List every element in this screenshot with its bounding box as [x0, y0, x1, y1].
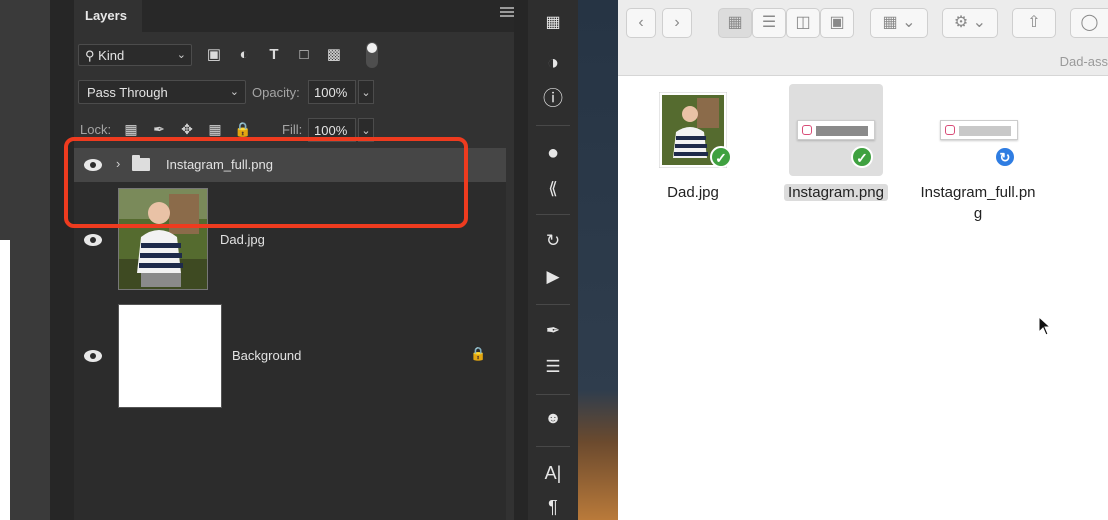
fill-input[interactable]: 100%	[308, 118, 356, 142]
shape-layer-filter-icon[interactable]: □	[294, 45, 314, 65]
visibility-eye-icon[interactable]	[84, 350, 102, 362]
3d-cube-icon[interactable]: ▦	[538, 10, 568, 36]
mouse-cursor-icon	[1038, 316, 1052, 336]
file-name[interactable]: Instagram_full.pn g	[912, 182, 1044, 224]
panel-dock-strip: ▦ ◑ ⓘ ● ⟪ ↻ ▶ ✒ ☰ ☻ A| ¶	[528, 0, 578, 520]
synced-check-icon: ✓	[851, 146, 873, 168]
layer-thumbnail-white	[118, 304, 222, 408]
brush-presets-icon[interactable]: ✒	[538, 318, 568, 344]
info-icon[interactable]: ⓘ	[538, 86, 568, 112]
path-icon[interactable]: ⟪	[538, 176, 568, 202]
finder-window: ‹ › ▦ ☰ ◫ ▣ ▦ ⌄ ⚙ ⌄ ⇧ ◯ Dad-ass ✓ Dad.jp…	[618, 0, 1108, 520]
file-item-dad[interactable]: ✓ Dad.jpg	[638, 84, 748, 224]
properties-icon[interactable]: ☰	[538, 354, 568, 380]
blend-row: Pass Through ⌄ Opacity: 100% ⌄	[78, 80, 508, 104]
color-swatches-icon[interactable]: ●	[538, 140, 568, 166]
pixel-layer-filter-icon[interactable]: ▣	[204, 45, 224, 65]
document-canvas[interactable]	[0, 0, 50, 520]
file-thumbnail: ✓	[638, 84, 748, 176]
lock-all-icon[interactable]: 🔒	[234, 120, 252, 138]
separator	[536, 304, 570, 305]
separator	[536, 446, 570, 447]
lock-row: Lock: ▦ ✒ ✥ ▦ 🔒 Fill: 100% ⌄	[78, 118, 508, 142]
chevron-down-icon: ⌄	[229, 86, 239, 98]
blend-mode-select[interactable]: Pass Through ⌄	[78, 80, 246, 104]
layer-name[interactable]: Dad.jpg	[220, 232, 265, 247]
file-item-instagram-full[interactable]: ↻ Instagram_full.pn g	[912, 84, 1044, 224]
back-button[interactable]: ‹	[626, 8, 656, 38]
desktop-wallpaper	[578, 0, 618, 520]
column-view-button[interactable]: ◫	[786, 8, 820, 38]
path-label: Dad-ass	[1059, 54, 1108, 69]
fill-dropdown-button[interactable]: ⌄	[358, 118, 374, 142]
file-thumbnail: ✓	[789, 84, 883, 176]
lock-icon[interactable]: 🔒	[470, 346, 486, 362]
filter-kind-label: Kind	[98, 48, 125, 63]
fill-label: Fill:	[282, 122, 303, 137]
smart-object-filter-icon[interactable]: ▩	[324, 45, 344, 65]
separator	[536, 394, 570, 395]
layer-thumbnail-photo	[118, 188, 208, 290]
panel-divider	[514, 0, 528, 520]
layer-row-dad[interactable]: Dad.jpg	[74, 184, 506, 294]
layer-name[interactable]: Background	[232, 348, 301, 363]
folder-icon	[132, 155, 150, 171]
search-icon: ⚲	[85, 48, 95, 63]
visibility-eye-icon[interactable]	[84, 159, 102, 171]
layer-list: › Instagram_full.png Dad.jpg Background …	[74, 148, 506, 520]
layer-filter-row: ⚲ Kind ⌄ ▣ ◐ T □ ▩	[78, 42, 508, 68]
chevron-down-icon: ⌄	[176, 49, 186, 61]
lock-label: Lock:	[80, 122, 112, 137]
file-name[interactable]: Instagram.png	[781, 182, 891, 203]
lock-image-pixels-icon[interactable]: ✒	[150, 120, 168, 138]
action-gear-button[interactable]: ⚙ ⌄	[942, 8, 998, 38]
visibility-eye-icon[interactable]	[84, 234, 102, 246]
share-button[interactable]: ⇧	[1012, 8, 1056, 38]
instagram-image-preview	[940, 120, 1018, 140]
group-by-button[interactable]: ▦ ⌄	[870, 8, 928, 38]
gallery-view-button[interactable]: ▣	[820, 8, 854, 38]
filter-toggle-switch[interactable]	[366, 42, 378, 68]
layer-row-instagram-group[interactable]: › Instagram_full.png	[74, 148, 506, 182]
play-icon[interactable]: ▶	[538, 264, 568, 290]
separator	[536, 214, 570, 215]
opacity-dropdown-button[interactable]: ⌄	[358, 80, 374, 104]
forward-button[interactable]: ›	[662, 8, 692, 38]
list-view-button[interactable]: ☰	[752, 8, 786, 38]
panel-menu-icon[interactable]	[500, 7, 514, 19]
icon-view-button[interactable]: ▦	[718, 8, 752, 38]
type-layer-filter-icon[interactable]: T	[264, 45, 284, 65]
separator	[536, 125, 570, 126]
lock-artboard-icon[interactable]: ▦	[206, 120, 224, 138]
adjustments-icon[interactable]: ◑	[538, 50, 568, 76]
lock-transparency-icon[interactable]: ▦	[122, 120, 140, 138]
tags-button[interactable]: ◯	[1070, 8, 1108, 38]
panel-tabbar: Layers	[74, 0, 514, 32]
lock-position-icon[interactable]: ✥	[178, 120, 196, 138]
opacity-input[interactable]: 100%	[308, 80, 356, 104]
instagram-image-preview	[797, 120, 875, 140]
blend-mode-value: Pass Through	[87, 85, 168, 100]
file-name[interactable]: Dad.jpg	[638, 182, 748, 203]
layer-row-background[interactable]: Background 🔒	[74, 300, 506, 412]
opacity-label: Opacity:	[252, 85, 300, 100]
finder-toolbar: ‹ › ▦ ☰ ◫ ▣ ▦ ⌄ ⚙ ⌄ ⇧ ◯ Dad-ass	[618, 0, 1108, 76]
synced-check-icon: ✓	[710, 146, 732, 168]
document-edge	[0, 240, 10, 520]
paragraph-icon[interactable]: ¶	[538, 494, 568, 520]
layer-name[interactable]: Instagram_full.png	[166, 157, 273, 172]
clone-source-icon[interactable]: ☻	[538, 406, 568, 432]
expand-chevron-icon[interactable]: ›	[116, 156, 120, 171]
file-item-instagram[interactable]: ✓ Instagram.png	[781, 84, 891, 224]
file-thumbnail: ↻	[912, 84, 1044, 176]
tab-layers[interactable]: Layers	[74, 0, 142, 32]
syncing-icon: ↻	[994, 146, 1016, 168]
panel-divider	[50, 0, 74, 520]
adjustment-layer-filter-icon[interactable]: ◐	[234, 45, 254, 65]
filter-kind-select[interactable]: ⚲ Kind ⌄	[78, 44, 192, 66]
character-icon[interactable]: A|	[538, 460, 568, 486]
history-icon[interactable]: ↻	[538, 228, 568, 254]
layers-panel: Layers ⚲ Kind ⌄ ▣ ◐ T □ ▩ Pass Through ⌄…	[74, 0, 514, 520]
